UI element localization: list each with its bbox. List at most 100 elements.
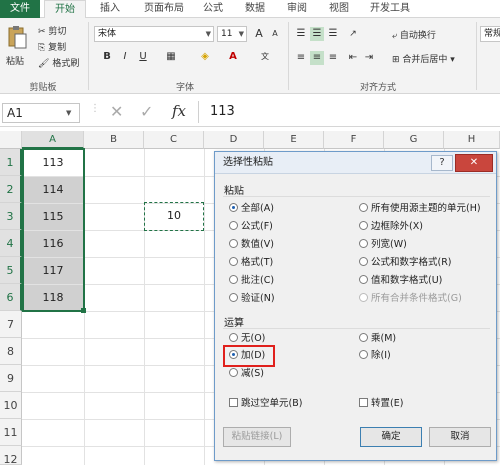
wrap-text-button[interactable]: ⤶ 自动换行 (392, 28, 436, 41)
tab-home[interactable]: 开始 (44, 0, 86, 19)
decrease-indent-icon[interactable]: ⇤ (346, 51, 360, 65)
font-size-combo[interactable]: 11 ▼ (217, 26, 247, 42)
phonetic-icon[interactable]: 文 (258, 50, 272, 64)
italic-button[interactable]: I (118, 50, 132, 64)
align-left-icon[interactable]: ≡ (294, 51, 308, 65)
column-header[interactable]: G (384, 131, 444, 149)
tab-view[interactable]: 视图 (324, 0, 354, 18)
clipboard-group-label: 剪贴板 (29, 83, 57, 93)
paste-icon[interactable] (6, 24, 28, 52)
borders-icon[interactable]: ▦ (164, 50, 178, 64)
skip-blanks-checkbox[interactable]: 跳过空单元(B) (229, 397, 302, 411)
chevron-down-icon[interactable]: ▼ (66, 109, 71, 117)
paste-option-formulas-numbers[interactable]: 公式和数字格式(R) (359, 256, 452, 270)
operation-none[interactable]: 无(O) (229, 332, 265, 346)
align-middle-icon[interactable]: ☰ (310, 27, 324, 41)
tab-insert[interactable]: 插入 (92, 0, 128, 18)
column-header[interactable]: H (444, 131, 500, 149)
paste-option-validation[interactable]: 验证(N) (229, 292, 275, 306)
column-header[interactable]: B (84, 131, 144, 149)
row-header[interactable]: 11 (0, 419, 22, 446)
separator (476, 22, 477, 90)
operation-divide[interactable]: 除(I) (359, 349, 391, 363)
fill-color-icon[interactable]: ◈ (198, 50, 212, 64)
grow-font-button[interactable]: A (252, 27, 266, 41)
tab-developer[interactable]: 开发工具 (366, 0, 414, 18)
wrap-icon: ⤶ (392, 31, 398, 41)
formula-input[interactable]: 113 (210, 104, 235, 119)
brush-icon: 🖌 (38, 59, 50, 69)
orientation-icon[interactable]: ↗ (346, 27, 360, 41)
row-header[interactable]: 6 (0, 284, 22, 311)
paste-option-formulas[interactable]: 公式(F) (229, 220, 273, 234)
row-header[interactable]: 1 (0, 149, 22, 176)
ribbon: 粘贴 ✂ 剪切 ⎘ 复制 🖌 格式刷 剪贴板 宋体 ▼ 11 ▼ A A B I U… (0, 18, 500, 94)
separator (288, 22, 289, 90)
row-header[interactable]: 9 (0, 365, 22, 392)
column-header[interactable]: C (144, 131, 204, 149)
paste-option-all[interactable]: 全部(A) (229, 202, 274, 216)
paste-option-no-borders[interactable]: 边框除外(X) (359, 220, 423, 234)
close-button[interactable]: ✕ (455, 154, 493, 172)
row-header[interactable]: 5 (0, 257, 22, 284)
ok-button[interactable]: 确定 (360, 427, 422, 447)
column-header[interactable]: E (264, 131, 324, 149)
column-header[interactable]: F (324, 131, 384, 149)
bold-button[interactable]: B (100, 50, 114, 64)
merge-center-button[interactable]: ⊞ 合并后居中 ▾ (392, 52, 455, 65)
column-header[interactable]: A (22, 131, 84, 149)
row-header[interactable]: 3 (0, 203, 22, 230)
paste-option-values[interactable]: 数值(V) (229, 238, 274, 252)
cut-button[interactable]: ✂ 剪切 (38, 24, 66, 37)
paste-link-button: 粘贴链接(L) (223, 427, 291, 447)
column-header[interactable]: D (204, 131, 264, 149)
increase-indent-icon[interactable]: ⇥ (362, 51, 376, 65)
alignment-group-label: 对齐方式 (359, 83, 396, 93)
insert-function-icon[interactable]: fx (172, 102, 186, 120)
row-header[interactable]: 12 (0, 446, 22, 466)
paste-option-values-numbers[interactable]: 值和数字格式(U) (359, 274, 442, 288)
radio-selected-icon (229, 203, 238, 212)
enter-entry-icon[interactable]: ✓ (140, 102, 153, 121)
align-center-icon[interactable]: ≡ (310, 51, 324, 65)
paste-button[interactable]: 粘贴 (6, 54, 24, 67)
tab-data[interactable]: 数据 (240, 0, 270, 18)
cancel-button[interactable]: 取消 (429, 427, 491, 447)
transpose-checkbox[interactable]: 转置(E) (359, 397, 403, 411)
font-color-icon[interactable]: A (226, 50, 240, 64)
scissors-icon: ✂ (38, 27, 46, 37)
paste-option-formats[interactable]: 格式(T) (229, 256, 273, 270)
cell-c3[interactable]: 10 (144, 202, 204, 231)
dialog-title: 选择性粘贴 (215, 152, 496, 174)
select-all-corner[interactable] (0, 131, 22, 149)
align-top-icon[interactable]: ☰ (294, 27, 308, 41)
format-painter-button[interactable]: 🖌 格式刷 (38, 56, 79, 69)
cancel-entry-icon[interactable]: ✕ (110, 102, 123, 121)
chevron-down-icon: ▼ (205, 30, 211, 38)
align-bottom-icon[interactable]: ☰ (326, 27, 340, 41)
shrink-font-button[interactable]: A (268, 27, 282, 41)
paste-option-source-theme[interactable]: 所有使用源主题的单元(H) (359, 202, 481, 216)
tab-file[interactable]: 文件 (0, 0, 40, 18)
tab-review[interactable]: 审阅 (282, 0, 312, 18)
font-name-combo[interactable]: 宋体 ▼ (94, 26, 214, 42)
copy-button[interactable]: ⎘ 复制 (38, 40, 66, 53)
align-right-icon[interactable]: ≡ (326, 51, 340, 65)
row-header[interactable]: 2 (0, 176, 22, 203)
row-header[interactable]: 8 (0, 338, 22, 365)
underline-button[interactable]: U (136, 50, 150, 64)
operation-add[interactable]: 加(D) (229, 349, 265, 363)
number-format-combo[interactable]: 常规 (480, 26, 500, 42)
tab-formulas[interactable]: 公式 (198, 0, 228, 18)
row-header[interactable]: 10 (0, 392, 22, 419)
help-button[interactable]: ? (431, 155, 453, 171)
paste-section-label: 粘贴 (224, 186, 244, 197)
paste-option-comments[interactable]: 批注(C) (229, 274, 274, 288)
operation-subtract[interactable]: 减(S) (229, 367, 264, 381)
tab-page-layout[interactable]: 页面布局 (136, 0, 192, 18)
row-header[interactable]: 7 (0, 311, 22, 338)
paste-option-column-widths[interactable]: 列宽(W) (359, 238, 407, 252)
fill-handle[interactable] (81, 308, 86, 313)
operation-multiply[interactable]: 乘(M) (359, 332, 396, 346)
row-header[interactable]: 4 (0, 230, 22, 257)
